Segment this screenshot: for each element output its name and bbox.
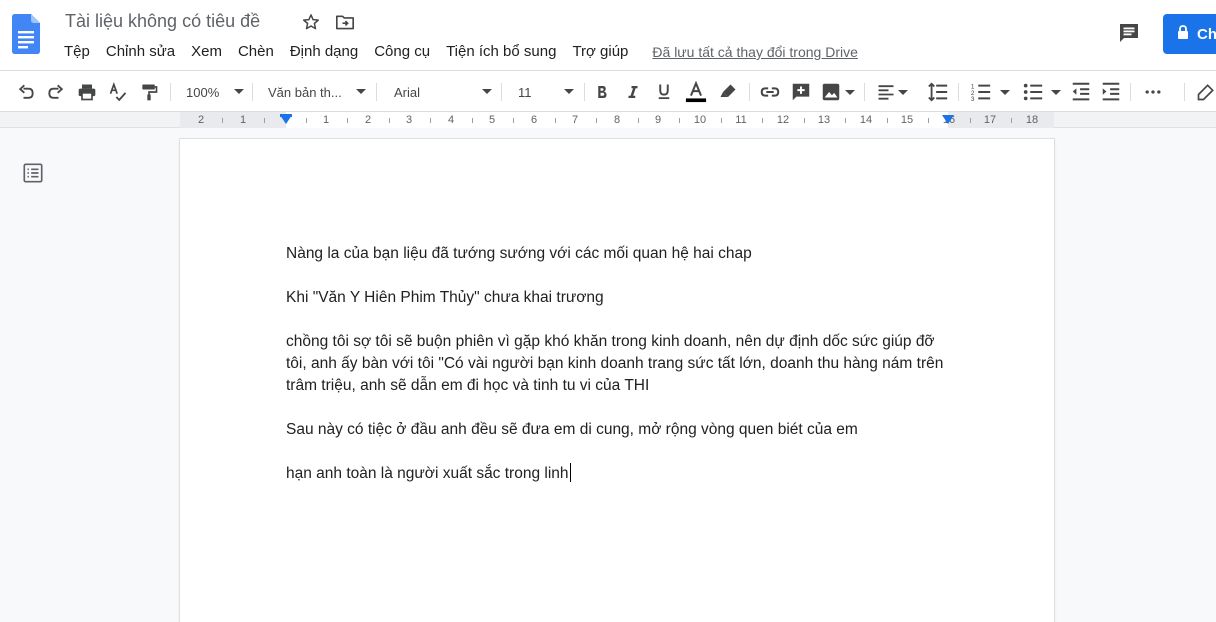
docs-app: Tài liệu không có tiêu đề Tệp Chỉnh sửa … [0, 0, 1216, 622]
ruler-label: 6 [530, 114, 538, 126]
right-indent-marker[interactable] [942, 115, 954, 124]
align-icon[interactable] [874, 79, 898, 105]
insert-image-icon[interactable] [819, 79, 843, 105]
menu-edit[interactable]: Chỉnh sửa [98, 42, 183, 62]
document-body[interactable]: Nàng la của bạn liệu đã tướng sướng với … [286, 243, 946, 507]
text-cursor [569, 463, 572, 482]
undo-icon[interactable] [14, 79, 38, 105]
paragraph-text: hạn anh toàn là người xuất sắc trong lin… [286, 465, 569, 482]
ruler-label: 15 [900, 114, 914, 126]
ruler-label: 11 [735, 114, 747, 126]
ruler-label: 5 [488, 114, 496, 126]
paint-format-icon[interactable] [137, 79, 161, 105]
header-bar: Tài liệu không có tiêu đề Tệp Chỉnh sửa … [0, 0, 1216, 70]
save-status-link[interactable]: Đã lưu tất cả thay đổi trong Drive [652, 44, 857, 60]
bulleted-list-icon[interactable] [1020, 79, 1046, 105]
ruler-label: 3 [405, 114, 413, 126]
highlight-icon[interactable] [716, 79, 740, 105]
zoom-dropdown[interactable]: 100% [186, 79, 244, 105]
horizontal-ruler[interactable]: 2 1 1 2 3 4 5 6 7 8 9 10 11 12 13 14 15 … [0, 112, 1216, 128]
more-icon[interactable] [1140, 79, 1166, 105]
ruler-label: 1 [239, 114, 247, 126]
add-comment-icon[interactable] [789, 79, 813, 105]
menu-insert[interactable]: Chèn [230, 42, 282, 62]
share-label: Ch [1197, 25, 1216, 43]
menu-addons[interactable]: Tiện ích bổ sung [438, 42, 564, 62]
document-title[interactable]: Tài liệu không có tiêu đề [65, 11, 260, 32]
menu-tools[interactable]: Công cụ [366, 42, 438, 62]
svg-text:3: 3 [971, 96, 975, 103]
spellcheck-icon[interactable] [106, 79, 130, 105]
comment-icon[interactable] [1115, 19, 1143, 47]
share-button[interactable]: Ch [1163, 14, 1216, 54]
ruler-label: 8 [613, 114, 621, 126]
increase-indent-icon[interactable] [1099, 79, 1123, 105]
font-size-dropdown[interactable]: 11 [518, 79, 574, 105]
left-indent-marker[interactable] [280, 115, 292, 124]
paragraph-last[interactable]: hạn anh toàn là người xuất sắc trong lin… [286, 463, 946, 485]
menu-format[interactable]: Định dạng [282, 42, 366, 62]
underline-icon[interactable] [653, 79, 675, 105]
paragraph-style-value: Văn bản th... [268, 84, 342, 100]
paragraph[interactable]: chồng tôi sợ tôi sẽ buộn phiên vì gặp kh… [286, 331, 946, 397]
ruler-label: 4 [447, 114, 455, 126]
ruler-label: 14 [859, 114, 873, 126]
ruler-label: 17 [983, 114, 997, 126]
ruler-label: 12 [776, 114, 790, 126]
document-outline-icon[interactable] [22, 162, 44, 184]
ruler-label: 13 [817, 114, 831, 126]
menu-file[interactable]: Tệp [56, 42, 98, 62]
text-color-icon[interactable] [684, 79, 708, 105]
ruler-label: 18 [1025, 114, 1039, 126]
font-value: Arial [394, 84, 421, 100]
italic-icon[interactable] [622, 79, 644, 105]
font-size-value: 11 [518, 84, 532, 100]
ruler-label: 10 [693, 114, 707, 126]
edit-mode-icon[interactable] [1196, 79, 1216, 105]
menu-help[interactable]: Trợ giúp [564, 42, 636, 62]
link-icon[interactable] [757, 79, 783, 105]
redo-icon[interactable] [44, 79, 68, 105]
scrollbar-track[interactable] [1206, 128, 1216, 622]
line-spacing-icon[interactable] [926, 79, 950, 105]
ruler-label: 2 [364, 114, 372, 126]
document-page[interactable]: Nàng la của bạn liệu đã tướng sướng với … [180, 139, 1054, 622]
numbered-list-icon[interactable]: 123 [968, 79, 994, 105]
paragraph-style-dropdown[interactable]: Văn bản th... [268, 79, 366, 105]
paragraph[interactable]: Khi "Văn Y Hiên Phim Thủy" chưa khai trư… [286, 287, 946, 309]
paragraph[interactable]: Nàng la của bạn liệu đã tướng sướng với … [286, 243, 946, 265]
formatting-toolbar: 100% Văn bản th... Arial 11 1 2 3 [0, 70, 1216, 112]
star-icon[interactable] [300, 11, 322, 33]
ruler-label: 7 [571, 114, 579, 126]
decrease-indent-icon[interactable] [1069, 79, 1093, 105]
ruler-label: 9 [654, 114, 662, 126]
folder-move-icon[interactable] [334, 11, 356, 33]
docs-logo-icon[interactable] [12, 14, 40, 54]
lock-icon [1177, 25, 1189, 43]
font-dropdown[interactable]: Arial [394, 79, 492, 105]
ruler-label: 2 [197, 114, 205, 126]
menu-bar: Tệp Chỉnh sửa Xem Chèn Định dạng Công cụ… [56, 42, 858, 62]
menu-view[interactable]: Xem [183, 42, 230, 62]
print-icon[interactable] [75, 79, 99, 105]
bold-icon[interactable] [591, 79, 613, 105]
paragraph[interactable]: Sau này có tiệc ở đầu anh đều sẽ đưa em … [286, 419, 946, 441]
zoom-value: 100% [186, 84, 220, 100]
ruler-label: 1 [322, 114, 330, 126]
